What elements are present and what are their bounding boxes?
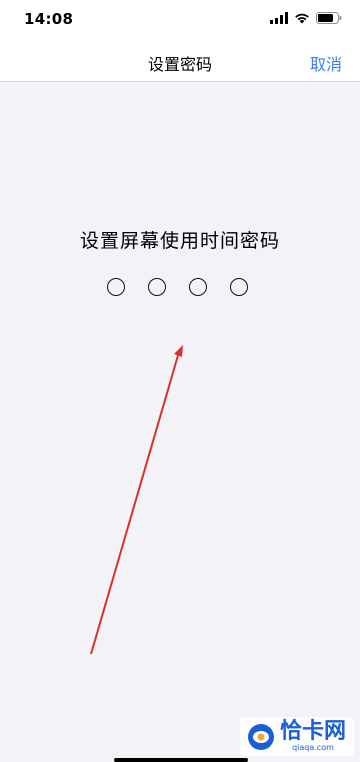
passcode-dot-2	[148, 278, 166, 296]
annotation-arrow	[90, 345, 183, 655]
cancel-button[interactable]: 取消	[310, 51, 342, 75]
passcode-prompt: 设置屏幕使用时间密码	[79, 230, 280, 252]
watermark: 恰卡网 qiaqa.com	[239, 717, 354, 756]
wifi-icon	[295, 13, 309, 24]
watermark-logo-icon	[247, 723, 274, 750]
signal-icon	[270, 12, 288, 24]
battery-icon	[316, 12, 342, 24]
passcode-dot-1	[107, 278, 125, 296]
status-bar: 14:08	[0, 0, 360, 40]
status-time: 14:08	[24, 10, 74, 28]
watermark-main-text: 恰卡网	[279, 719, 346, 744]
home-indicator[interactable]	[114, 758, 248, 762]
nav-title: 设置密码	[147, 55, 212, 74]
passcode-dots[interactable]	[107, 278, 248, 296]
watermark-text: 恰卡网 qiaqa.com	[279, 719, 346, 753]
status-icons	[270, 12, 342, 24]
nav-bar: 设置密码 取消	[0, 40, 360, 82]
passcode-dot-4	[230, 278, 248, 296]
passcode-dot-3	[189, 278, 207, 296]
watermark-sub-text: qiaqa.com	[292, 743, 334, 752]
